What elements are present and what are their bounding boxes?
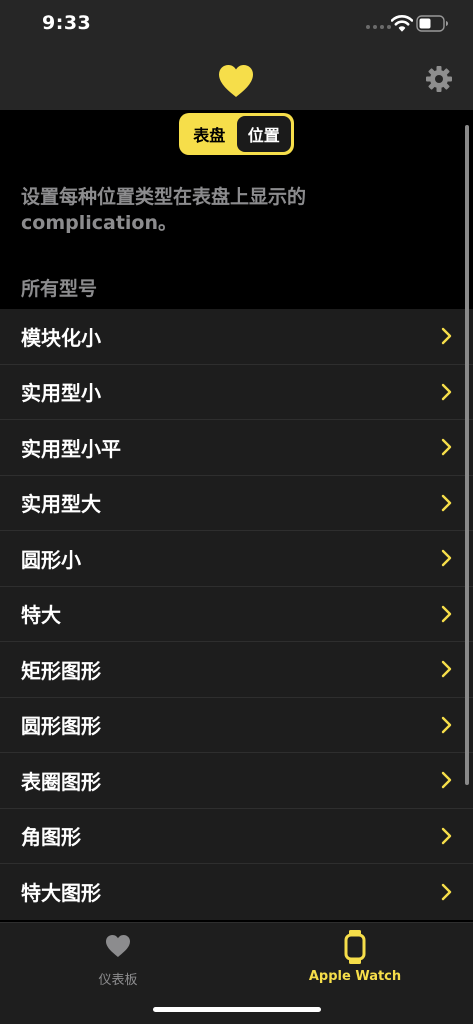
wifi-icon: [391, 15, 413, 32]
list-item[interactable]: 实用型小: [0, 365, 473, 420]
status-bar: 9:33: [0, 0, 473, 50]
chevron-right-icon: [441, 716, 452, 733]
list-item-label: 实用型大: [21, 492, 101, 517]
list-item-label: 特大: [21, 603, 61, 628]
chevron-right-icon: [441, 550, 452, 567]
scrollbar[interactable]: [465, 125, 469, 785]
list-item[interactable]: 矩形图形: [0, 642, 473, 698]
list-item-label: 实用型小平: [21, 436, 121, 461]
list-item-label: 圆形小: [21, 547, 81, 572]
position-type-list: 模块化小 实用型小 实用型小平 实用型大 圆形小 特大 矩形图形 圆形图形 表圈…: [0, 309, 473, 920]
chevron-right-icon: [441, 827, 452, 844]
list-item-label: 模块化小: [21, 325, 101, 350]
list-item-label: 表圈图形: [21, 769, 101, 794]
heart-icon: [219, 65, 253, 97]
list-item[interactable]: 实用型小平: [0, 420, 473, 476]
list-item-label: 矩形图形: [21, 658, 101, 683]
list-item[interactable]: 圆形图形: [0, 698, 473, 753]
home-indicator[interactable]: [153, 1007, 321, 1012]
chevron-right-icon: [441, 494, 452, 511]
gear-icon[interactable]: [425, 65, 453, 93]
segmented-control: 表盘 位置: [179, 113, 294, 155]
cellular-signal-icon: [366, 25, 391, 29]
list-item[interactable]: 实用型大: [0, 476, 473, 531]
heart-icon: [106, 935, 130, 957]
tab-dashboard[interactable]: 仪表板: [0, 923, 236, 993]
segment-positions[interactable]: 位置: [236, 116, 291, 152]
list-item-label: 特大图形: [21, 881, 101, 906]
list-item[interactable]: 表圈图形: [0, 753, 473, 809]
description-text: 设置每种位置类型在表盘上显示的complication。: [21, 186, 307, 234]
chevron-right-icon: [441, 439, 452, 456]
list-item-label: 实用型小: [21, 381, 101, 406]
section-header: 所有型号: [21, 278, 98, 300]
tab-dashboard-label: 仪表板: [98, 973, 138, 988]
chevron-right-icon: [441, 883, 452, 900]
list-item[interactable]: 圆形小: [0, 531, 473, 587]
tab-apple-watch[interactable]: Apple Watch: [237, 923, 473, 993]
list-item[interactable]: 特大: [0, 587, 473, 642]
battery-icon: [416, 15, 448, 32]
chevron-right-icon: [441, 383, 452, 400]
list-item[interactable]: 特大图形: [0, 864, 473, 920]
chevron-right-icon: [441, 661, 452, 678]
list-item-label: 圆形图形: [21, 714, 101, 739]
list-item[interactable]: 角图形: [0, 809, 473, 864]
navigation-bar: [0, 50, 473, 110]
list-item-label: 角图形: [21, 825, 81, 850]
watch-icon: [344, 930, 366, 964]
chevron-right-icon: [441, 328, 452, 345]
chevron-right-icon: [441, 772, 452, 789]
segment-faces[interactable]: 表盘: [182, 116, 237, 152]
status-time: 9:33: [42, 12, 92, 34]
tab-apple-watch-label: Apple Watch: [308, 969, 402, 984]
list-item[interactable]: 模块化小: [0, 309, 473, 365]
chevron-right-icon: [441, 605, 452, 622]
